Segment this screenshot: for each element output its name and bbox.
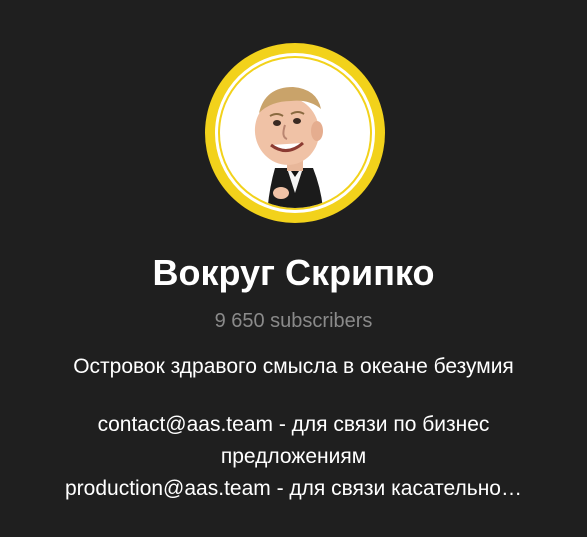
- description-contact-line-1: contact@aas.team - для связи по бизнес: [97, 413, 490, 436]
- channel-title: Вокруг Скрипко: [152, 252, 435, 293]
- channel-profile-screen: Вокруг Скрипко 9 650 subscribers Острово…: [0, 0, 587, 537]
- avatar-caricature-icon: [205, 43, 385, 223]
- description-tagline: Островок здравого смысла в океане безуми…: [73, 355, 514, 378]
- description-contact-line-2: предложениям: [220, 445, 367, 468]
- subscriber-count: 9 650 subscribers: [214, 310, 373, 332]
- description-production-line: production@aas.team - для связи касатель…: [64, 477, 522, 500]
- channel-description: Островок здравого смысла в океане безуми…: [30, 351, 557, 505]
- channel-avatar[interactable]: [205, 43, 385, 223]
